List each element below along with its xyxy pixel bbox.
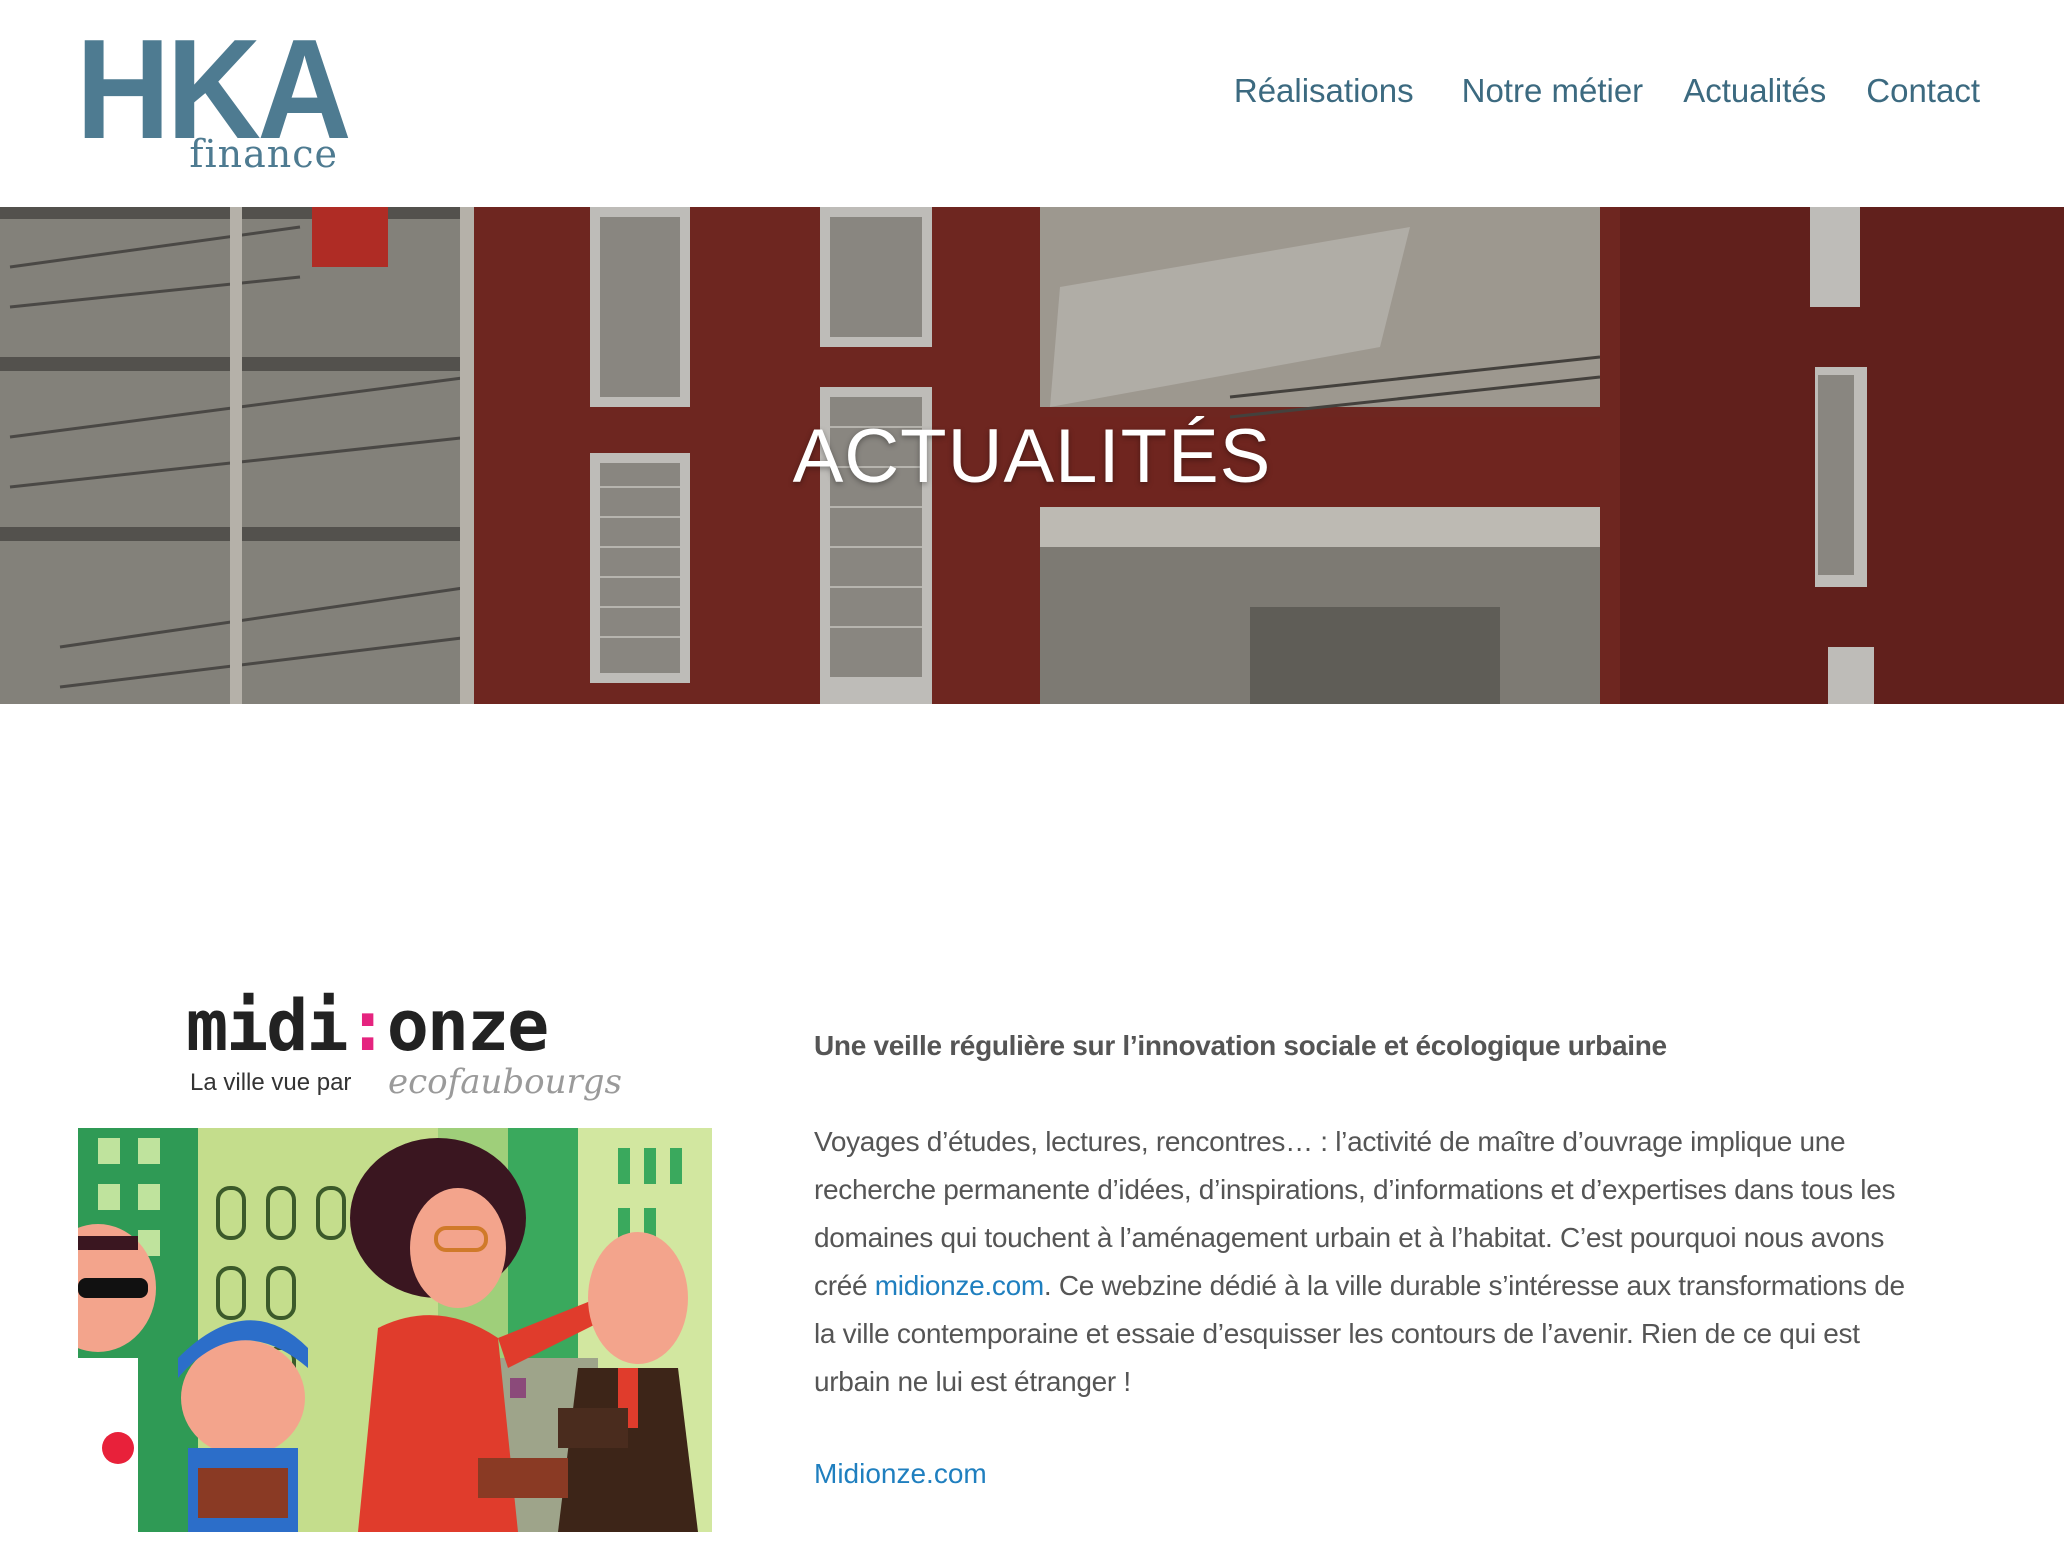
midionze-separator: : xyxy=(346,985,389,1067)
midionze-tagline: La ville vue par xyxy=(190,1069,352,1096)
midionze-word-left: midi xyxy=(186,985,349,1067)
page-title: ACTUALITÉS xyxy=(792,414,1272,499)
midionze-wordmark: midi:onze xyxy=(186,985,550,1067)
midionze-word-right: onze xyxy=(386,985,550,1067)
logo-subtitle: finance xyxy=(189,132,338,176)
midionze-logo[interactable]: midi:onze La ville vue par ecofaubourgs xyxy=(186,985,622,1106)
ecofaubourgs-wordmark: ecofaubourgs xyxy=(388,1062,622,1102)
main-nav: Réalisations Notre métier Actualités Con… xyxy=(1234,66,1980,116)
site-logo[interactable]: HKA finance xyxy=(76,19,352,176)
site-header: HKA finance Réalisations Notre métier Ac… xyxy=(0,0,2064,207)
article-paragraph: Voyages d’études, lectures, rencontres… … xyxy=(814,1118,1914,1406)
nav-link-contact[interactable]: Contact xyxy=(1866,66,1980,116)
article-heading: Une veille régulière sur l’innovation so… xyxy=(814,1030,1667,1061)
news-article: midi:onze La ville vue par ecofaubourgs xyxy=(0,704,2064,1562)
article-illustration[interactable] xyxy=(78,1128,712,1532)
nav-link-realisations[interactable]: Réalisations xyxy=(1234,66,1414,116)
article-body: Une veille régulière sur l’innovation so… xyxy=(814,1026,1914,1494)
hero-banner: ACTUALITÉS xyxy=(0,207,2064,704)
midionze-link[interactable]: Midionze.com xyxy=(814,1454,987,1494)
midionze-inline-link[interactable]: midionze.com xyxy=(875,1270,1044,1301)
nav-link-actualites[interactable]: Actualités xyxy=(1683,66,1826,116)
nav-link-notre-metier[interactable]: Notre métier xyxy=(1462,66,1644,116)
